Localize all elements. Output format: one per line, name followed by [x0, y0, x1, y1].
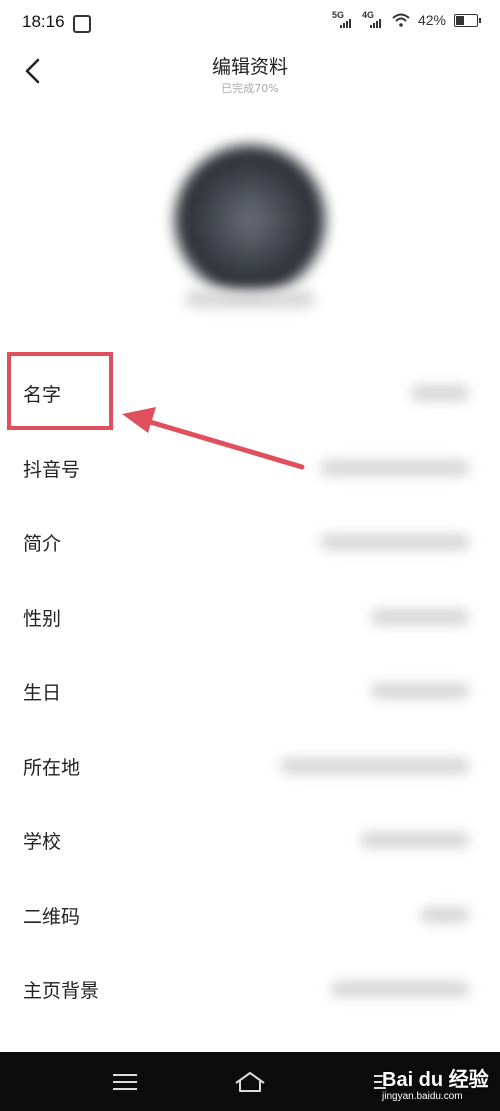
battery-icon [454, 13, 481, 27]
row-value [370, 683, 470, 699]
profile-row-gender[interactable]: 性别 [0, 579, 500, 654]
profile-row-birthday[interactable]: 生日 [0, 653, 500, 728]
row-label: 学校 [23, 831, 62, 853]
signal-4g-icon: 4G [362, 10, 384, 28]
page-title: 编辑资料 [211, 56, 288, 78]
profile-row-school[interactable]: 学校 [0, 802, 500, 877]
row-label: 主页背景 [23, 980, 100, 1002]
signal-5g-icon: 5G [332, 10, 354, 28]
wifi-icon [392, 13, 410, 27]
avatar-caption [185, 290, 315, 308]
row-value [360, 832, 470, 848]
menu-icon[interactable] [113, 1074, 137, 1090]
row-label: 简介 [23, 533, 62, 555]
home-icon[interactable] [233, 1069, 267, 1095]
annotation-arrow-icon [122, 407, 305, 470]
status-bar: 18:16 5G 4G 42% [0, 0, 500, 46]
row-value [370, 608, 470, 625]
row-label: 抖音号 [23, 458, 81, 481]
profile-row-background[interactable]: 主页背景 [0, 951, 500, 1026]
highlight-box [7, 352, 113, 430]
row-value [410, 385, 470, 401]
profile-row-qrcode[interactable]: 二维码 [0, 877, 500, 952]
row-label: 所在地 [23, 756, 81, 779]
notification-icon [73, 15, 91, 33]
row-label: 二维码 [23, 905, 81, 928]
status-time: 18:16 [22, 12, 65, 31]
row-label: 生日 [23, 682, 62, 704]
row-value [320, 534, 470, 550]
profile-row-bio[interactable]: 简介 [0, 504, 500, 579]
profile-row-location[interactable]: 所在地 [0, 728, 500, 803]
row-value [330, 981, 470, 997]
row-value [280, 757, 470, 774]
row-label: 性别 [23, 607, 62, 630]
completion-subtitle: 已完成70% [221, 82, 279, 95]
battery-percent: 42% [417, 12, 446, 28]
avatar[interactable] [175, 145, 325, 295]
status-indicators: 5G 4G 42% [332, 10, 481, 28]
row-value [420, 906, 470, 923]
watermark: Bai du 经验 jingyan.baidu.com [382, 1063, 500, 1111]
watermark-url: jingyan.baidu.com [382, 1091, 463, 1102]
row-value [320, 459, 470, 476]
watermark-brand: Bai du 经验 [382, 1069, 489, 1091]
